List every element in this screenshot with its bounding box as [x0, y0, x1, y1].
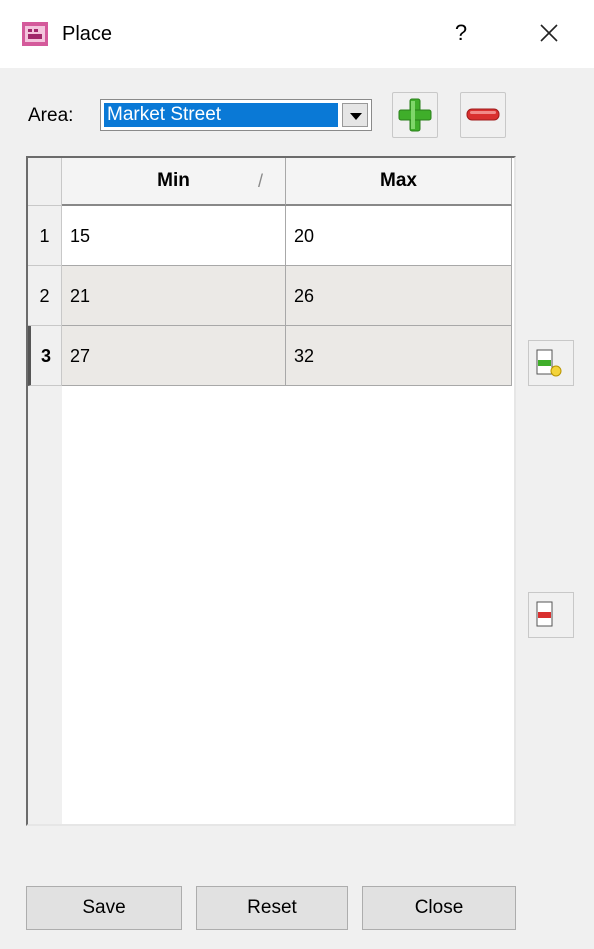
reset-button[interactable]: Reset	[196, 886, 348, 930]
close-button[interactable]: Close	[362, 886, 516, 930]
table-cell-max[interactable]: 32	[286, 326, 512, 386]
sort-indicator-icon: /	[257, 171, 263, 191]
chevron-down-icon[interactable]	[342, 103, 368, 127]
row-header[interactable]: 2	[28, 266, 62, 326]
column-header-min[interactable]: Min /	[62, 158, 286, 206]
column-header-max[interactable]: Max	[286, 158, 512, 206]
row-header[interactable]: 1	[28, 206, 62, 266]
minus-icon	[466, 108, 500, 121]
column-header-label: Min	[157, 170, 190, 191]
remove-area-button[interactable]	[460, 92, 506, 138]
add-area-button[interactable]	[392, 92, 438, 138]
delete-row-button[interactable]	[528, 592, 574, 638]
area-select-value: Market Street	[104, 103, 338, 127]
table-cell-min[interactable]: 21	[62, 266, 286, 326]
window-title: Place	[62, 23, 113, 45]
add-row-button[interactable]	[528, 340, 574, 386]
delete-row-icon	[536, 601, 553, 627]
close-icon[interactable]	[534, 18, 564, 48]
range-table[interactable]: Min / Max 1 15 20 2 21 26 3 27 32	[26, 156, 516, 826]
table-cell-min[interactable]: 27	[62, 326, 286, 386]
add-row-icon	[536, 349, 562, 377]
table-cell-max[interactable]: 20	[286, 206, 512, 266]
plus-icon	[398, 98, 432, 132]
table-cell-min[interactable]: 15	[62, 206, 286, 266]
save-button[interactable]: Save	[26, 886, 182, 930]
app-icon	[22, 22, 48, 46]
area-label: Area:	[28, 105, 74, 126]
title-bar: Place ?	[0, 0, 594, 68]
help-button[interactable]: ?	[446, 18, 476, 48]
table-corner[interactable]	[28, 158, 62, 206]
table-cell-max[interactable]: 26	[286, 266, 512, 326]
row-header[interactable]: 3	[28, 326, 62, 386]
column-header-label: Max	[380, 170, 417, 191]
area-select[interactable]: Market Street	[100, 99, 372, 131]
